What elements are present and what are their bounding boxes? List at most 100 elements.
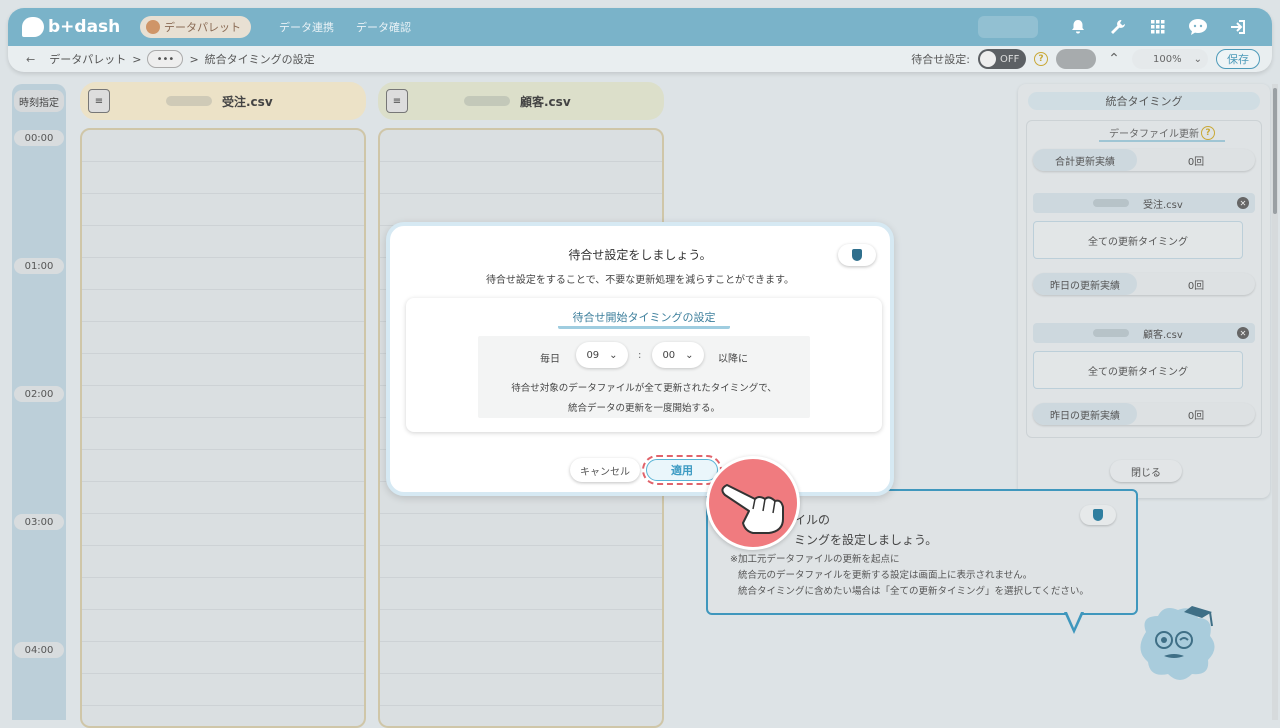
breadcrumb-sep: > [132,52,142,66]
caret-up-icon[interactable]: ⌃ [1104,51,1124,67]
yesterday-updates-value: 0回 [1187,280,1205,292]
back-arrow-icon[interactable]: ← [26,53,35,66]
nav-data-link[interactable]: データ連携 [279,19,334,35]
total-updates-row: 合計更新実績 0回 [1033,149,1255,171]
yesterday-updates-row: 昨日の更新実績 0回 [1033,403,1255,425]
breadcrumb-ellipsis[interactable]: ••• [147,50,184,68]
user-info [978,16,1038,38]
shield-icon [1093,509,1103,521]
time-tick: 02:00 [14,386,64,402]
zoom-select[interactable]: 100% ⌄ [1132,49,1208,69]
beginner-badge[interactable] [838,244,876,266]
nav-data-palette-label: データパレット [164,21,241,34]
chat-icon[interactable] [1188,17,1208,37]
breadcrumb-current: 統合タイミングの設定 [204,53,315,66]
file-icon: ≡ [88,89,110,113]
total-updates-label: 合計更新実績 [1033,149,1137,171]
after-label: 以降に [718,354,748,365]
toggle-knob [980,51,996,67]
close-icon[interactable]: ✕ [1237,197,1249,209]
blurred-label [1093,199,1129,207]
timeline-column [12,84,66,720]
timing-select[interactable]: 全ての更新タイミング [1033,351,1243,389]
file-header-orders[interactable]: ≡ 受注.csv [80,82,366,120]
wait-setting-toggle[interactable]: OFF [978,49,1026,69]
bubble-tail-inner [1067,612,1081,628]
bubble-text: ミングを設定しましょう。 [794,533,938,547]
hand-pointer-icon [706,456,800,550]
timeline-header: 時刻指定 [14,90,64,112]
minute-value: 00 [662,349,676,361]
chevron-down-icon: ⌄ [685,349,694,361]
file-column-orders [80,128,366,728]
scrollbar-thumb[interactable] [1273,88,1277,214]
logout-icon[interactable] [1228,17,1248,37]
cancel-button[interactable]: キャンセル [570,458,640,482]
nav-data-check[interactable]: データ確認 [356,19,411,35]
panel-subtitle: データファイル更新 ? [1099,125,1225,142]
yesterday-updates-row: 昨日の更新実績 0回 [1033,273,1255,295]
panel-file-name: 顧客.csv [1143,329,1183,341]
start-timing-card: 待合せ開始タイミングの設定 毎日 09 ⌄ : 00 ⌄ 以降に 待合せ対象のデ… [406,298,882,432]
breadcrumb-root[interactable]: データパレット [49,51,126,67]
time-tick: 01:00 [14,258,64,274]
bubble-note: 統合タイミングに含めたい場合は「全ての更新タイミング」を選択してください。 [738,586,1089,597]
time-tick: 03:00 [14,514,64,530]
header-top-bar: b+dash データパレット データ連携 データ確認 [8,8,1272,46]
app-header: b+dash データパレット データ連携 データ確認 ← データパレット > •… [8,8,1272,72]
breadcrumb-sep: > [189,52,199,66]
toggle-state: OFF [1000,53,1020,65]
file-name: 顧客.csv [520,94,571,109]
yesterday-updates-label: 昨日の更新実績 [1033,403,1137,425]
save-button[interactable]: 保存 [1216,49,1260,69]
total-updates-value: 0回 [1187,156,1205,168]
toolbar-right: 待合せ設定: OFF ? ⌃ 100% ⌄ 保存 [911,49,1272,69]
minute-select[interactable]: 00 ⌄ [652,342,704,368]
blurred-label [464,96,510,106]
hour-select[interactable]: 09 ⌄ [576,342,628,368]
file-header-customers[interactable]: ≡ 顧客.csv [378,82,664,120]
time-tick: 00:00 [14,130,64,146]
yesterday-updates-value: 0回 [1187,410,1205,422]
logo-text: b+dash [48,17,121,37]
shield-icon [852,249,862,261]
chevron-down-icon: ⌄ [609,349,618,361]
apply-button[interactable]: 適用 [646,459,718,481]
help-icon[interactable]: ? [1201,125,1215,140]
file-name: 受注.csv [222,94,273,109]
close-panel-button[interactable]: 閉じる [1110,460,1182,482]
chevron-down-icon: ⌄ [1193,53,1202,65]
blurred-label [1093,329,1129,337]
close-icon[interactable]: ✕ [1237,327,1249,339]
time-tick: 04:00 [14,642,64,658]
palette-icon [146,20,160,34]
header-actions [978,16,1272,38]
blurred-label [166,96,212,106]
timing-description: 統合データの更新を一度開始する。 [567,403,720,414]
panel-file-name: 受注.csv [1143,199,1183,211]
breadcrumb-bar: ← データパレット > ••• > 統合タイミングの設定 待合せ設定: OFF … [8,46,1272,72]
beginner-badge[interactable] [1080,505,1116,525]
modal-title: 待合せ設定をしましょう。 [568,248,712,262]
panel-subtitle-text: データファイル更新 [1109,129,1199,140]
timing-select[interactable]: 全ての更新タイミング [1033,221,1243,259]
time-colon: : [638,350,642,361]
timing-settings: 毎日 09 ⌄ : 00 ⌄ 以降に 待合せ対象のデータファイルが全て更新された… [478,336,810,418]
bell-icon[interactable] [1068,17,1088,37]
panel-file-orders: 受注.csv ✕ [1033,193,1255,213]
wrench-icon[interactable] [1108,17,1128,37]
timing-description: 待合せ対象のデータファイルが全て更新されたタイミングで、 [511,383,777,394]
daily-label: 毎日 [540,354,560,365]
bubble-text: イルの [794,513,831,527]
nav-data-palette[interactable]: データパレット [140,16,251,38]
integration-timing-panel: 統合タイミング データファイル更新 ? 合計更新実績 0回 受注.csv ✕ 全… [1018,84,1270,498]
help-icon[interactable]: ? [1034,52,1048,66]
card-title: 待合せ開始タイミングの設定 [558,309,730,329]
hour-value: 09 [586,349,600,361]
grid-icon[interactable] [1148,17,1168,37]
disabled-action-button[interactable] [1056,49,1096,69]
panel-title: 統合タイミング [1028,92,1260,110]
mascot-icon [1140,606,1215,680]
wait-setting-label: 待合せ設定: [911,53,970,66]
app-logo[interactable]: b+dash [22,17,130,37]
